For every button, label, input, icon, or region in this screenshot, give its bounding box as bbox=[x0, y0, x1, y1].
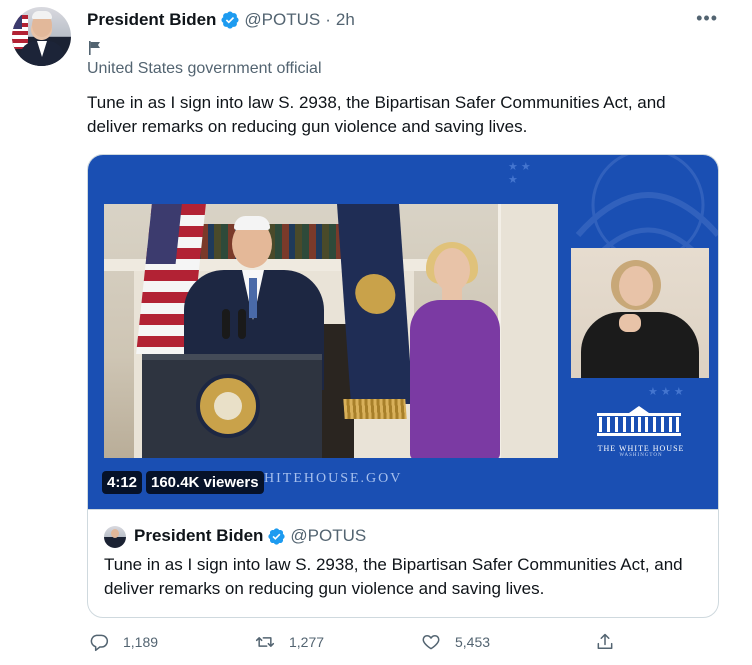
share-button[interactable] bbox=[595, 632, 615, 652]
interpreter-hand bbox=[619, 314, 641, 332]
verified-badge-icon bbox=[268, 527, 286, 545]
government-label: United States government official bbox=[87, 60, 322, 77]
microphone bbox=[222, 309, 230, 339]
video-duration-badge: 4:12 bbox=[102, 471, 143, 494]
guest-head bbox=[434, 248, 470, 292]
like-button[interactable]: 5,453 bbox=[421, 632, 490, 652]
viewer-count-badge: 160.4K viewers bbox=[146, 471, 264, 494]
author-handle[interactable]: @POTUS bbox=[244, 10, 320, 30]
retweet-icon bbox=[255, 637, 275, 647]
quoted-text: Tune in as I sign into law S. 2938, the … bbox=[104, 555, 683, 598]
reply-count: 1,189 bbox=[123, 634, 159, 650]
tweet-text: Tune in as I sign into law S. 2938, the … bbox=[87, 93, 666, 136]
share-icon bbox=[597, 633, 613, 649]
video-player[interactable]: ★ ★ ★ ★ ★ ★ THE WHITE HOUSE WASHINGTON H… bbox=[88, 155, 718, 509]
quote-card[interactable]: ★ ★ ★ ★ ★ ★ THE WHITE HOUSE WASHINGTON H… bbox=[87, 154, 719, 618]
video-frame[interactable] bbox=[104, 204, 558, 458]
stars-decoration: ★ ★ ★ bbox=[648, 386, 684, 398]
tweet-time[interactable]: 2h bbox=[336, 10, 355, 30]
quoted-avatar bbox=[104, 526, 126, 548]
retweet-button[interactable]: 1,277 bbox=[255, 632, 324, 652]
white-house-title: THE WHITE HOUSE bbox=[597, 444, 685, 453]
like-count: 5,453 bbox=[455, 634, 491, 650]
video-url-text: HITEHOUSE.GOV bbox=[264, 471, 403, 486]
action-bar: 1,189 1,277 5,453 bbox=[87, 632, 627, 658]
separator-dot: · bbox=[325, 10, 331, 29]
more-dots-icon[interactable]: ••• bbox=[696, 8, 718, 29]
flag-emblem bbox=[353, 274, 397, 314]
avatar-hair bbox=[32, 11, 52, 19]
doorway bbox=[498, 204, 558, 458]
guest-dress bbox=[410, 300, 500, 458]
sign-language-interpreter bbox=[571, 248, 709, 378]
quoted-handle: @POTUS bbox=[290, 526, 367, 545]
verified-badge-icon bbox=[221, 11, 239, 29]
quoted-tweet[interactable]: President Biden @POTUS Tune in as I sign… bbox=[88, 509, 718, 617]
interpreter-face bbox=[619, 266, 653, 306]
microphone bbox=[238, 309, 246, 339]
quoted-header: President Biden @POTUS bbox=[134, 526, 366, 546]
quoted-author-name: President Biden bbox=[134, 526, 264, 545]
speaker-hair bbox=[234, 216, 270, 230]
flag-fringe bbox=[343, 399, 407, 419]
reply-icon bbox=[90, 634, 109, 652]
reply-button[interactable]: 1,189 bbox=[89, 632, 158, 652]
presidential-flag bbox=[337, 204, 413, 404]
author-avatar[interactable] bbox=[12, 7, 71, 66]
flag-icon bbox=[89, 41, 100, 55]
white-house-logo-icon bbox=[597, 406, 681, 436]
white-house-subtitle: WASHINGTON bbox=[619, 453, 663, 458]
author-name[interactable]: President Biden bbox=[87, 10, 216, 30]
retweet-count: 1,277 bbox=[289, 634, 325, 650]
tweet-header: President Biden @POTUS · 2h bbox=[87, 9, 355, 31]
heart-icon bbox=[422, 635, 440, 650]
stars-decoration: ★ ★ ★ bbox=[508, 161, 531, 186]
speaker-tie bbox=[249, 278, 257, 318]
presidential-seal bbox=[196, 374, 260, 438]
